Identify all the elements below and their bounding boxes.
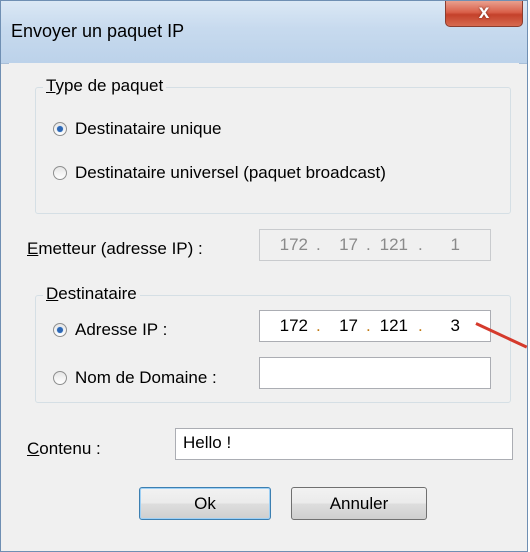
domain-name-input[interactable] [259,357,491,389]
cancel-button[interactable]: Annuler [291,487,427,520]
window-title: Envoyer un paquet IP [11,21,185,41]
dialog-client: Type de paquet Destinataire unique Desti… [9,63,519,543]
content-input[interactable]: Hello ! [175,428,513,460]
radio-unicast[interactable]: Destinataire unique [53,119,221,139]
sender-ip-octet-3: 121 [379,235,408,254]
radio-indicator[interactable] [53,122,67,136]
radio-unicast-label: Destinataire unique [75,119,222,138]
recipient-ip-octet-4[interactable]: 3 [420,316,460,336]
radio-indicator[interactable] [53,323,67,337]
sender-label: Emetteur (adresse IP) : [27,239,203,258]
recipient-ip-octet-1[interactable]: 172 [268,316,308,336]
sender-ip-octet-4: 1 [450,235,460,254]
sender-ip-octet-1: 172 [279,235,308,254]
radio-broadcast-label: Destinataire universel (paquet broadcast… [75,163,386,182]
recipient-legend: Destinataire [43,284,140,304]
packet-type-group [35,87,511,214]
radio-broadcast[interactable]: Destinataire universel (paquet broadcast… [53,163,386,183]
dialog-window: Envoyer un paquet IP x Type de paquet De… [0,0,528,552]
radio-domain-name[interactable]: Nom de Domaine : [53,368,217,388]
radio-domain-name-label: Nom de Domaine : [75,368,217,387]
recipient-ip-octet-2[interactable]: 17 [318,316,358,336]
sender-ip-octet-2: 17 [339,235,358,254]
close-button[interactable]: x [445,1,523,27]
packet-type-legend: Type de paquet [43,76,167,96]
recipient-ip-field[interactable]: 172 . 17 . 121 . 3 [259,310,491,342]
recipient-ip-octet-3[interactable]: 121 [368,316,408,336]
content-label: Contenu : [27,439,101,458]
title-bar[interactable]: Envoyer un paquet IP x [1,1,527,64]
radio-ip-address[interactable]: Adresse IP : [53,320,167,340]
radio-indicator[interactable] [53,371,67,385]
close-icon: x [478,2,490,23]
ok-button[interactable]: Ok [139,487,271,520]
sender-ip-field: 172 . 17 . 121 . 1 [259,229,491,261]
radio-ip-address-label: Adresse IP : [75,320,168,339]
radio-indicator[interactable] [53,166,67,180]
